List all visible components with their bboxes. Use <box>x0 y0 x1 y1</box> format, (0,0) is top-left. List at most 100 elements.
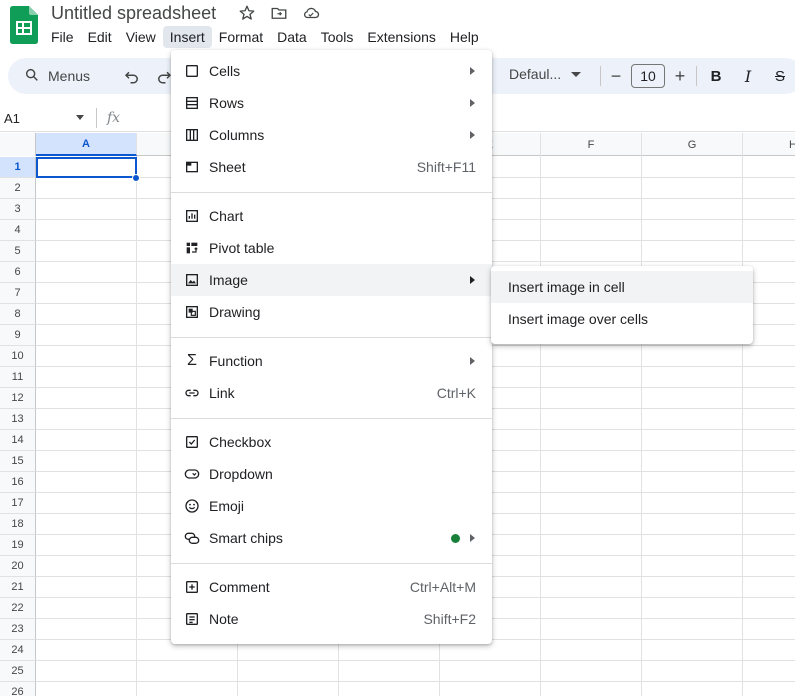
column-header-f[interactable]: F <box>541 133 642 156</box>
row-header[interactable]: 9 <box>0 325 36 346</box>
submenu-arrow-icon <box>470 357 475 365</box>
row-header[interactable]: 20 <box>0 556 36 577</box>
menu-insert[interactable]: Insert <box>162 26 212 48</box>
fx-icon: fx <box>107 110 121 126</box>
menu-item-emoji[interactable]: Emoji <box>171 490 492 522</box>
menu-edit[interactable]: Edit <box>81 26 119 48</box>
emoji-icon <box>183 497 201 515</box>
submenu-arrow-icon <box>470 67 475 75</box>
strikethrough-button[interactable]: S <box>770 66 790 86</box>
row-header[interactable]: 21 <box>0 577 36 598</box>
font-family-select[interactable]: Defaul... <box>509 66 582 82</box>
column-gridline <box>540 156 541 696</box>
search-menus-button[interactable]: Menus <box>14 62 112 90</box>
menu-format[interactable]: Format <box>212 26 270 48</box>
menu-item-chart[interactable]: Chart <box>171 200 492 232</box>
menu-item-function[interactable]: Σ Function <box>171 345 492 377</box>
drawing-icon <box>183 303 201 321</box>
menu-item-columns[interactable]: Columns <box>171 119 492 151</box>
move-folder-icon[interactable] <box>269 3 289 23</box>
row-header[interactable]: 24 <box>0 640 36 661</box>
row-header[interactable]: 15 <box>0 451 36 472</box>
row-header[interactable]: 25 <box>0 661 36 682</box>
menu-file[interactable]: File <box>44 26 81 48</box>
row-header[interactable]: 11 <box>0 367 36 388</box>
row-header[interactable]: 16 <box>0 472 36 493</box>
active-cell-a1[interactable] <box>36 157 137 178</box>
menu-item-pivot-table[interactable]: Pivot table <box>171 232 492 264</box>
name-box-dropdown-icon[interactable] <box>76 115 84 120</box>
menu-tools[interactable]: Tools <box>314 26 361 48</box>
increase-font-size-button[interactable]: + <box>670 66 690 86</box>
name-box[interactable]: A1 <box>4 111 20 126</box>
row-header[interactable]: 7 <box>0 283 36 304</box>
note-icon <box>183 610 201 628</box>
row-header[interactable]: 23 <box>0 619 36 640</box>
row-header[interactable]: 26 <box>0 682 36 696</box>
cloud-status-icon[interactable] <box>301 3 321 23</box>
fill-handle[interactable] <box>132 174 140 182</box>
menu-item-smart-chips[interactable]: Smart chips <box>171 522 492 554</box>
row-header[interactable]: 1 <box>0 157 36 178</box>
column-header-a[interactable]: A <box>36 133 137 156</box>
menu-bar: File Edit View Insert Format Data Tools … <box>44 26 486 48</box>
column-header-h[interactable]: H <box>743 133 795 156</box>
menu-data[interactable]: Data <box>270 26 314 48</box>
menu-help[interactable]: Help <box>443 26 486 48</box>
italic-button[interactable]: I <box>738 66 758 86</box>
image-icon <box>183 271 201 289</box>
bold-button[interactable]: B <box>706 66 726 86</box>
row-header[interactable]: 14 <box>0 430 36 451</box>
image-submenu: Insert image in cell Insert image over c… <box>491 266 753 344</box>
row-gridline <box>36 681 795 682</box>
undo-icon[interactable] <box>122 66 142 86</box>
menu-item-link[interactable]: Link Ctrl+K <box>171 377 492 409</box>
row-header[interactable]: 4 <box>0 220 36 241</box>
row-header[interactable]: 13 <box>0 409 36 430</box>
row-header[interactable]: 19 <box>0 535 36 556</box>
submenu-arrow-icon <box>470 276 475 284</box>
menu-item-cells[interactable]: Cells <box>171 55 492 87</box>
row-header[interactable]: 10 <box>0 346 36 367</box>
row-header[interactable]: 8 <box>0 304 36 325</box>
row-header[interactable]: 3 <box>0 199 36 220</box>
dropdown-icon <box>183 465 201 483</box>
row-header[interactable]: 5 <box>0 241 36 262</box>
columns-icon <box>183 126 201 144</box>
select-all-corner[interactable] <box>0 133 36 156</box>
menu-item-checkbox[interactable]: Checkbox <box>171 426 492 458</box>
menu-extensions[interactable]: Extensions <box>360 26 442 48</box>
menu-view[interactable]: View <box>119 26 163 48</box>
comment-icon <box>183 578 201 596</box>
column-gridline <box>742 156 743 696</box>
row-header[interactable]: 17 <box>0 493 36 514</box>
document-title[interactable]: Untitled spreadsheet <box>51 2 216 24</box>
menu-item-image[interactable]: Image <box>171 264 492 296</box>
sheet-icon <box>183 158 201 176</box>
row-header[interactable]: 12 <box>0 388 36 409</box>
sheets-logo[interactable] <box>10 6 38 44</box>
menu-item-dropdown[interactable]: Dropdown <box>171 458 492 490</box>
row-header[interactable]: 2 <box>0 178 36 199</box>
function-icon: Σ <box>187 352 197 369</box>
row-header[interactable]: 22 <box>0 598 36 619</box>
new-feature-dot <box>451 533 460 543</box>
search-label: Menus <box>48 68 91 84</box>
column-gridline <box>641 156 642 696</box>
insert-image-over-cells-item[interactable]: Insert image over cells <box>491 303 753 335</box>
font-size-input[interactable]: 10 <box>631 64 665 88</box>
column-header-g[interactable]: G <box>642 133 743 156</box>
submenu-arrow-icon <box>470 534 475 542</box>
insert-image-in-cell-item[interactable]: Insert image in cell <box>491 271 753 303</box>
menu-item-note[interactable]: Note Shift+F2 <box>171 603 492 635</box>
insert-menu: Cells Rows Columns Sheet Shift+F11 Chart… <box>171 50 492 644</box>
menu-item-sheet[interactable]: Sheet Shift+F11 <box>171 151 492 183</box>
row-header[interactable]: 6 <box>0 262 36 283</box>
star-icon[interactable] <box>237 3 257 23</box>
menu-item-rows[interactable]: Rows <box>171 87 492 119</box>
menu-item-comment[interactable]: Comment Ctrl+Alt+M <box>171 571 492 603</box>
decrease-font-size-button[interactable]: − <box>606 66 626 86</box>
row-header[interactable]: 18 <box>0 514 36 535</box>
submenu-arrow-icon <box>470 131 475 139</box>
menu-item-drawing[interactable]: Drawing <box>171 296 492 328</box>
